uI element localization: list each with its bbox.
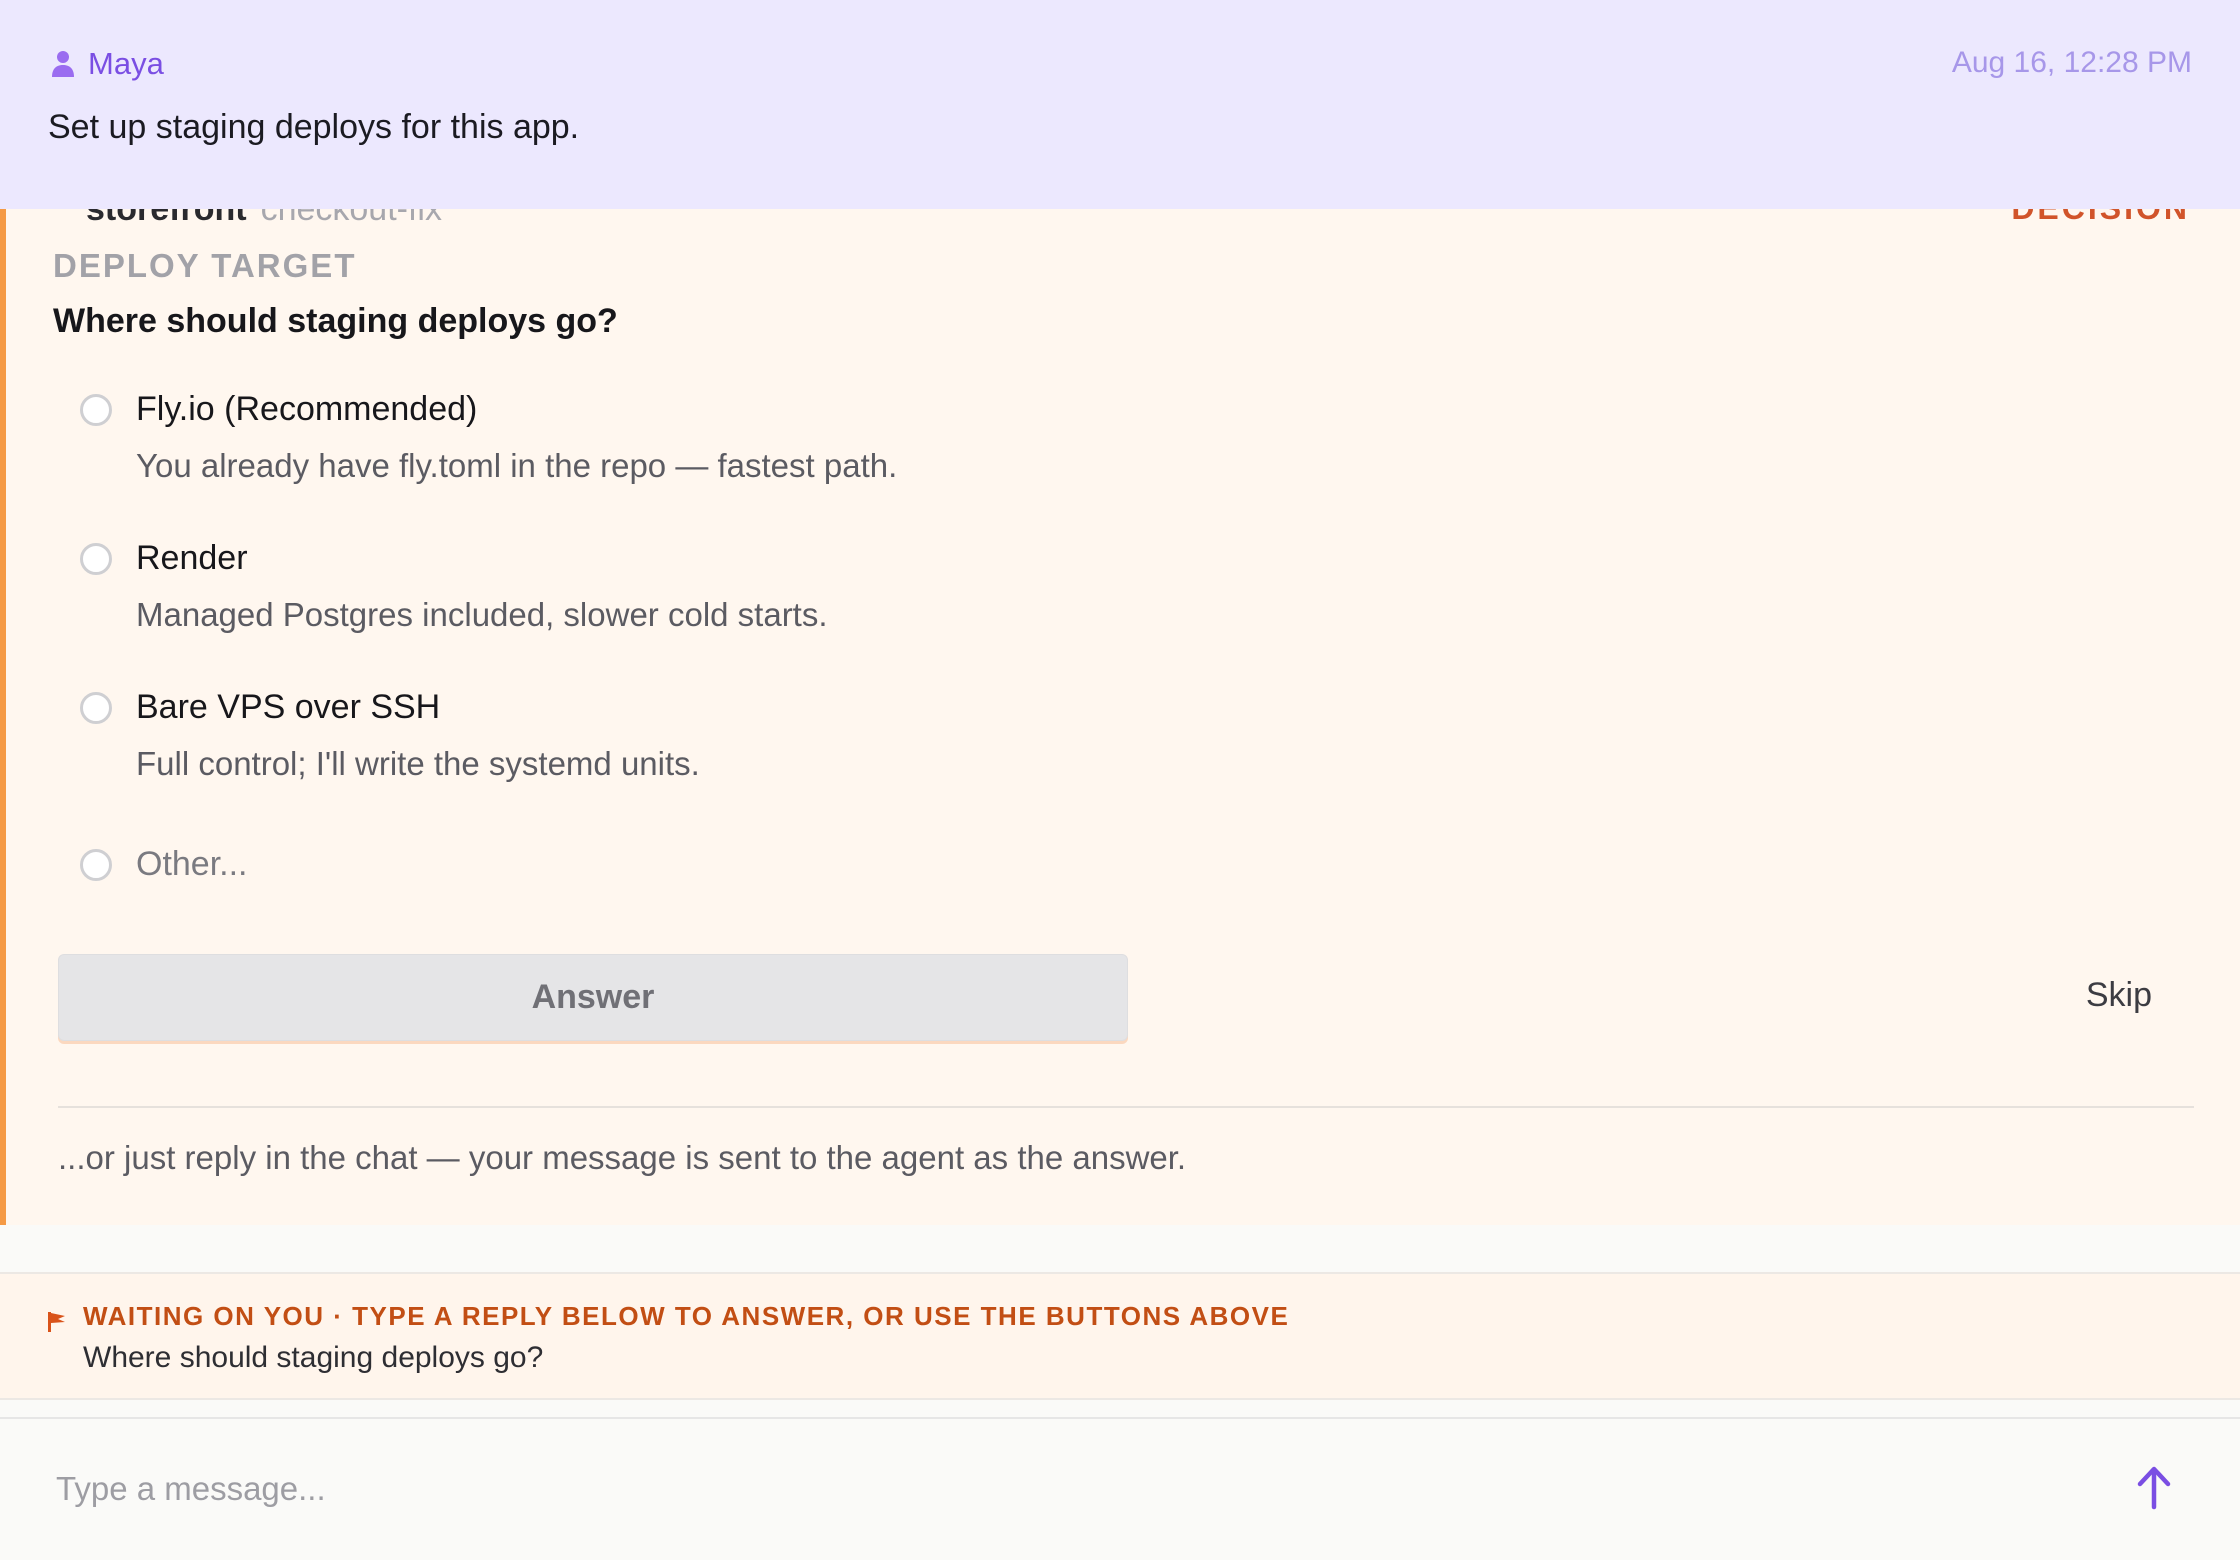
waiting-title: WAITING ON YOU · TYPE A REPLY BELOW TO A… (83, 1301, 1290, 1331)
option-description: Managed Postgres included, slower cold s… (136, 596, 828, 633)
option-label: Render (136, 539, 248, 577)
section-label: DEPLOY TARGET (53, 247, 357, 284)
decision-question: Where should staging deploys go? (53, 302, 618, 340)
option-fly-io[interactable]: Fly.io (Recommended) You already have fl… (74, 390, 1274, 500)
option-other[interactable]: Other... (74, 845, 1274, 895)
chat-hint: ...or just reply in the chat — your mess… (58, 1139, 1187, 1176)
send-button[interactable] (2132, 1459, 2176, 1515)
user-message: Maya Aug 16, 12:28 PM Set up staging dep… (0, 0, 2240, 209)
message-timestamp: Aug 16, 12:28 PM (1951, 46, 2192, 79)
person-icon (52, 51, 74, 77)
option-description: You already have fly.toml in the repo — … (136, 447, 898, 484)
author-name: Maya (88, 46, 164, 81)
waiting-question: Where should staging deploys go? (83, 1341, 544, 1374)
skip-button[interactable]: Skip (2086, 976, 2152, 1015)
waiting-banner: WAITING ON YOU · TYPE A REPLY BELOW TO A… (0, 1272, 2240, 1400)
divider (58, 1106, 2194, 1108)
message-input[interactable] (56, 1459, 2036, 1519)
option-render[interactable]: Render Managed Postgres included, slower… (74, 539, 1274, 649)
arrow-up-icon (2137, 1466, 2171, 1510)
answer-button[interactable]: Answer (58, 954, 1128, 1041)
radio-button[interactable] (80, 849, 112, 881)
decision-card: storefrontcheckout-fix DECISION DEPLOY T… (0, 160, 2240, 1225)
option-label: Fly.io (Recommended) (136, 390, 478, 428)
message-text: Set up staging deploys for this app. (48, 108, 580, 146)
radio-button[interactable] (80, 543, 112, 575)
flag-icon (48, 1312, 65, 1332)
option-label: Other... (136, 845, 248, 883)
message-composer (0, 1417, 2240, 1560)
option-description: Full control; I'll write the systemd uni… (136, 745, 700, 782)
option-bare-vps[interactable]: Bare VPS over SSH Full control; I'll wri… (74, 688, 1274, 798)
radio-button[interactable] (80, 692, 112, 724)
option-label: Bare VPS over SSH (136, 688, 441, 726)
radio-button[interactable] (80, 394, 112, 426)
